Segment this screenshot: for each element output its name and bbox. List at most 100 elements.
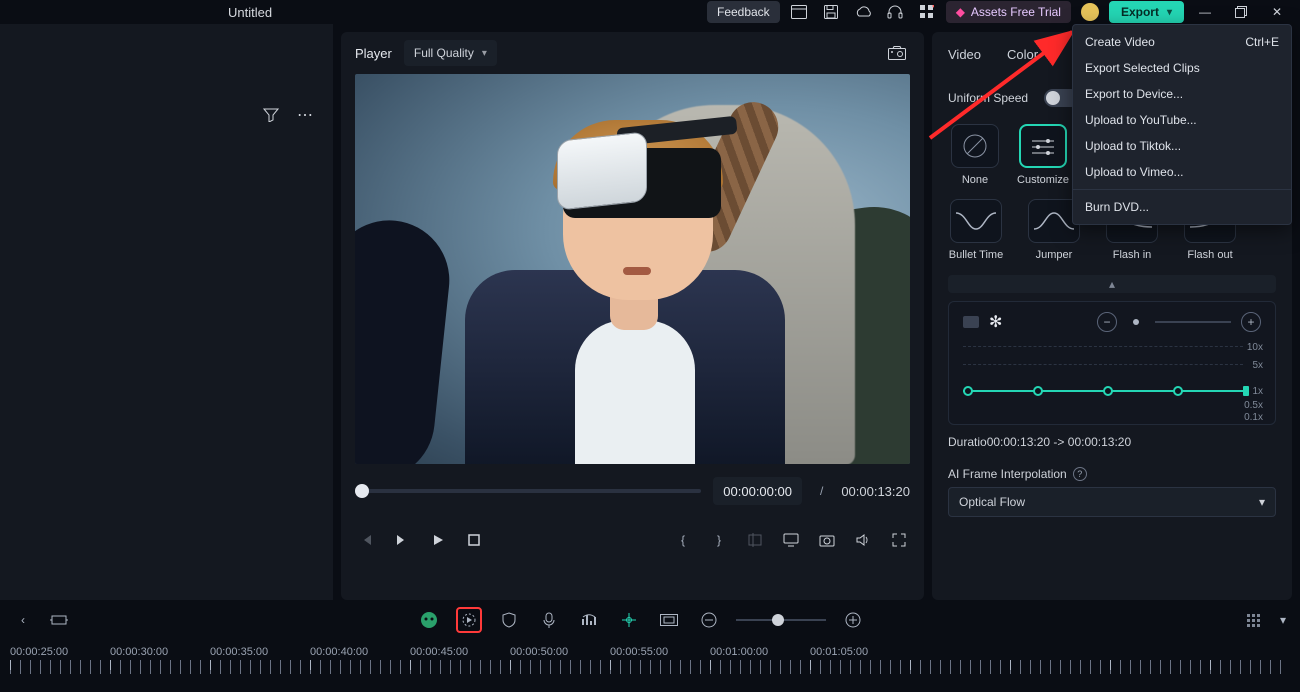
media-panel-toolbar: ⋯ [0,98,333,132]
properties-panel: Create VideoCtrl+E Export Selected Clips… [932,32,1292,600]
mark-in-icon[interactable]: { [672,529,694,551]
feedback-button[interactable]: Feedback [707,1,780,23]
zoom-in-button[interactable] [840,607,866,633]
app-root: Untitled Feedback ◆Assets Free Trial Exp… [0,0,1300,692]
freeze-frame-icon[interactable]: ✻ [989,312,1002,332]
burn-dvd[interactable]: Burn DVD... [1073,194,1291,220]
scale-0-1x: 0.1x [1244,412,1263,423]
avatar-icon [1081,3,1099,21]
timeline-ruler[interactable]: 00:00:25:00 00:00:30:00 00:00:35:00 00:0… [0,640,1300,680]
window-minimize[interactable]: — [1190,1,1220,23]
export-to-device[interactable]: Export to Device... [1073,81,1291,107]
stop-icon[interactable] [463,529,485,551]
scale-0-5x: 0.5x [1244,400,1263,411]
window-close[interactable]: ✕ [1262,1,1292,23]
zoom-out-button[interactable] [696,607,722,633]
save-icon[interactable] [818,1,844,23]
total-duration: 00:00:13:20 [841,484,910,499]
ruler-label: 00:00:30:00 [110,646,210,658]
preset-none[interactable]: None [948,124,1002,187]
marker-icon[interactable] [616,607,642,633]
window-maximize[interactable] [1226,1,1256,23]
expand-presets[interactable]: ▴ [948,275,1276,293]
ruler-label: 00:00:35:00 [210,646,310,658]
chevron-down-small-icon[interactable]: ▾ [1270,607,1296,633]
assets-trial-button[interactable]: ◆Assets Free Trial [946,1,1071,23]
current-time: 00:00:00:00 [713,477,802,505]
track-options-icon[interactable] [1240,607,1266,633]
uniform-speed-label: Uniform Speed [948,91,1028,105]
voiceover-icon[interactable] [536,607,562,633]
apps-icon[interactable] [914,1,940,23]
frame-hold-icon[interactable] [963,316,979,328]
speed-end[interactable] [1243,386,1249,396]
content-row: ⋯ Player Full Quality▾ [0,24,1300,600]
snapshot-icon[interactable] [884,42,910,64]
ruler-label: 00:00:55:00 [610,646,710,658]
zoom-in-icon[interactable]: + [1241,312,1261,332]
camera-icon[interactable] [816,529,838,551]
player-panel: Player Full Quality▾ [341,32,924,600]
tab-video[interactable]: Video [948,47,981,62]
chevron-left-icon[interactable]: ‹ [10,607,36,633]
upload-vimeo[interactable]: Upload to Vimeo... [1073,159,1291,185]
aspect-ratio-icon[interactable] [656,607,682,633]
fullscreen-icon[interactable] [888,529,910,551]
player-header: Player Full Quality▾ [341,32,924,74]
preset-customize[interactable]: Customize [1016,124,1070,187]
ai-assistant-icon[interactable] [416,607,442,633]
upload-tiktok[interactable]: Upload to Tiktok... [1073,133,1291,159]
help-icon[interactable]: ? [1073,467,1087,481]
ai-frame-interpolation-select[interactable]: Optical Flow ▾ [948,487,1276,517]
speed-node[interactable] [1103,386,1113,396]
export-selected-clips[interactable]: Export Selected Clips [1073,55,1291,81]
ruler-label: 00:00:40:00 [310,646,410,658]
zoom-dot [1133,319,1139,325]
timeline-zoom-slider[interactable] [736,619,826,621]
audio-mixer-icon[interactable] [576,607,602,633]
volume-icon[interactable] [852,529,874,551]
player-controls: { } [341,518,924,562]
video-preview [355,74,910,464]
title-bar: Untitled Feedback ◆Assets Free Trial Exp… [0,0,1300,24]
zoom-knob[interactable] [772,614,784,626]
speed-node[interactable] [963,386,973,396]
upload-youtube[interactable]: Upload to YouTube... [1073,107,1291,133]
curve-bullet-time[interactable]: Bullet Time [948,199,1004,261]
project-title: Untitled [228,5,272,20]
export-button[interactable]: Export▾ [1109,1,1184,23]
layout-icon[interactable] [786,1,812,23]
cloud-icon[interactable] [850,1,876,23]
profile-icon[interactable] [1077,1,1103,23]
zoom-out-icon[interactable]: − [1097,312,1117,332]
chevron-down-icon: ▾ [1167,7,1172,18]
crop-icon[interactable] [744,529,766,551]
speed-node[interactable] [1173,386,1183,396]
speed-scale[interactable]: 10x 5x 1x 0.5x 0.1x [963,342,1261,416]
ruler-labels: 00:00:25:00 00:00:30:00 00:00:35:00 00:0… [0,646,1300,658]
filter-icon[interactable] [259,104,283,126]
prev-frame-icon[interactable] [355,529,377,551]
ruler-label: 00:00:50:00 [510,646,610,658]
next-frame-icon[interactable] [391,529,413,551]
more-icon[interactable]: ⋯ [293,104,317,126]
clip-tool-icon[interactable] [46,607,72,633]
seek-bar[interactable] [355,489,701,493]
render-preview-icon[interactable] [456,607,482,633]
seek-row: 00:00:00:00 / 00:00:13:20 [341,464,924,518]
tab-color[interactable]: Color [1007,47,1038,62]
quality-select[interactable]: Full Quality▾ [404,40,497,66]
time-separator: / [814,484,829,498]
shield-icon[interactable] [496,607,522,633]
zoom-mini-track[interactable] [1155,321,1231,323]
seek-knob[interactable] [355,484,369,498]
mark-out-icon[interactable]: } [708,529,730,551]
display-icon[interactable] [780,529,802,551]
play-icon[interactable] [427,529,449,551]
speed-track[interactable] [963,390,1243,392]
export-create-video[interactable]: Create VideoCtrl+E [1073,29,1291,55]
ruler-label: 00:00:45:00 [410,646,510,658]
speed-node[interactable] [1033,386,1043,396]
player-label: Player [355,46,392,61]
headset-icon[interactable] [882,1,908,23]
